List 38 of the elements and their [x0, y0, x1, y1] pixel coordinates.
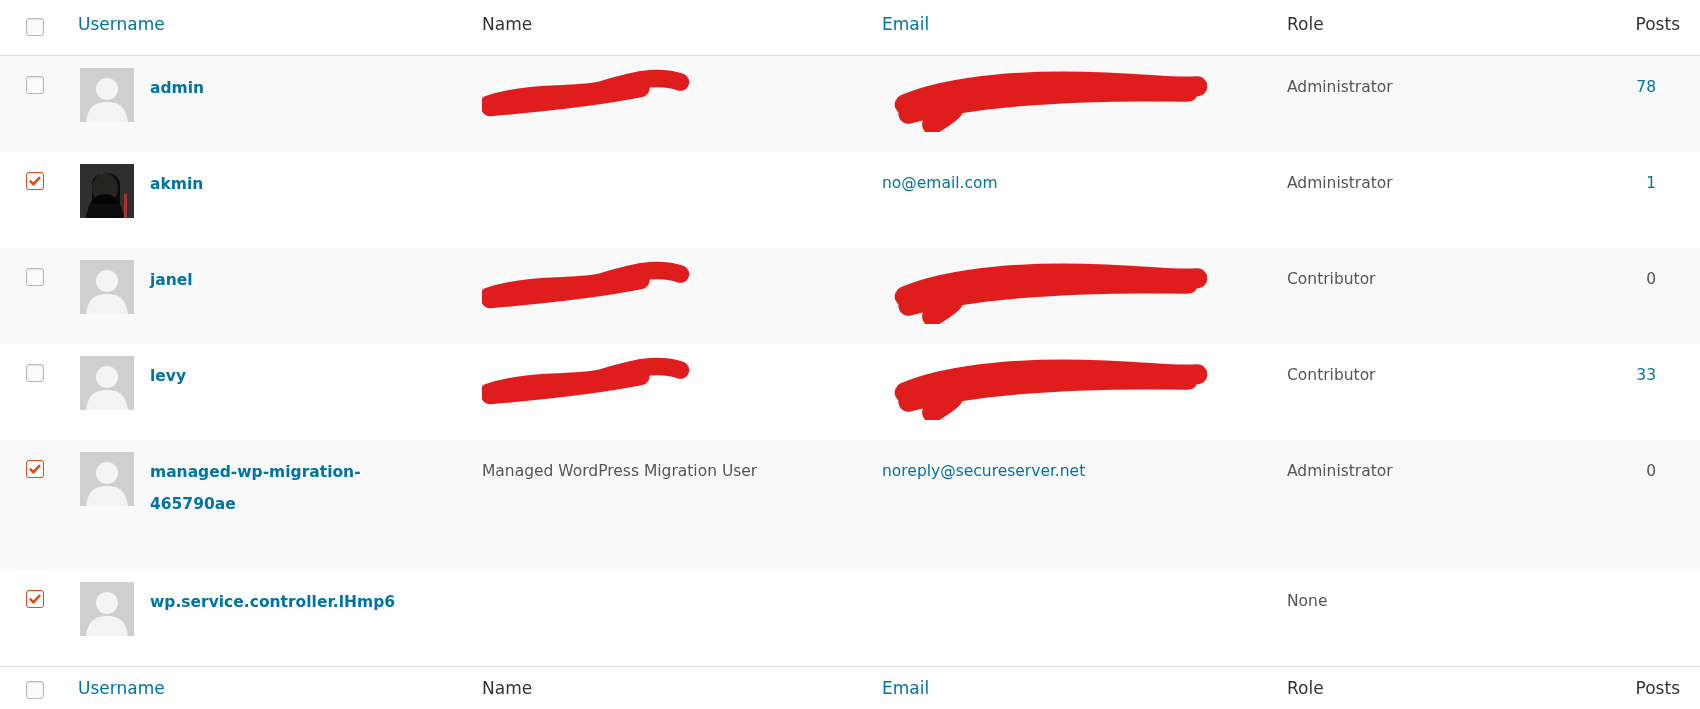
user-login-link[interactable]: janel: [150, 264, 193, 296]
email-address-link[interactable]: no@email.com: [882, 168, 998, 192]
checkbox[interactable]: [26, 681, 44, 699]
user-role: Contributor: [1287, 269, 1376, 288]
user-login-link[interactable]: admin: [150, 72, 205, 104]
post-count: 0: [1646, 270, 1656, 288]
checkbox[interactable]: [26, 460, 44, 478]
column-sort-link[interactable]: Email: [882, 678, 930, 698]
column-header: Name: [482, 678, 533, 698]
post-count: 0: [1646, 462, 1656, 480]
user-login-link[interactable]: levy: [150, 360, 187, 392]
checkbox[interactable]: [26, 268, 44, 286]
user-login-link[interactable]: akmin: [150, 168, 204, 200]
column-sort-link[interactable]: Username: [78, 14, 165, 34]
column-header: Role: [1287, 678, 1324, 698]
checkbox[interactable]: [26, 172, 44, 190]
user-name: Managed WordPress Migration User: [482, 461, 758, 480]
post-count-link[interactable]: 78: [1636, 78, 1656, 96]
column-header: Posts: [1635, 678, 1680, 698]
user-role: Administrator: [1287, 461, 1393, 480]
user-role: Contributor: [1287, 365, 1376, 384]
checkbox[interactable]: [26, 590, 44, 608]
user-login-link[interactable]: managed-wp-migration-465790ae: [150, 456, 410, 520]
checkbox[interactable]: [26, 18, 44, 36]
user-role: Administrator: [1287, 173, 1393, 192]
post-count-link[interactable]: 1: [1646, 174, 1656, 192]
checkbox[interactable]: [26, 76, 44, 94]
column-sort-link[interactable]: Username: [78, 678, 165, 698]
column-header: Name: [482, 14, 533, 34]
email-address-link[interactable]: noreply@secureserver.net: [882, 456, 1086, 480]
user-role: None: [1287, 591, 1328, 610]
column-header: Role: [1287, 14, 1324, 34]
user-role: Administrator: [1287, 77, 1393, 96]
column-sort-link[interactable]: Email: [882, 14, 930, 34]
post-count-link[interactable]: 33: [1636, 366, 1656, 384]
checkbox[interactable]: [26, 364, 44, 382]
user-login-link[interactable]: wp.service.controller.lHmp6: [150, 586, 396, 618]
column-header: Posts: [1635, 14, 1680, 34]
